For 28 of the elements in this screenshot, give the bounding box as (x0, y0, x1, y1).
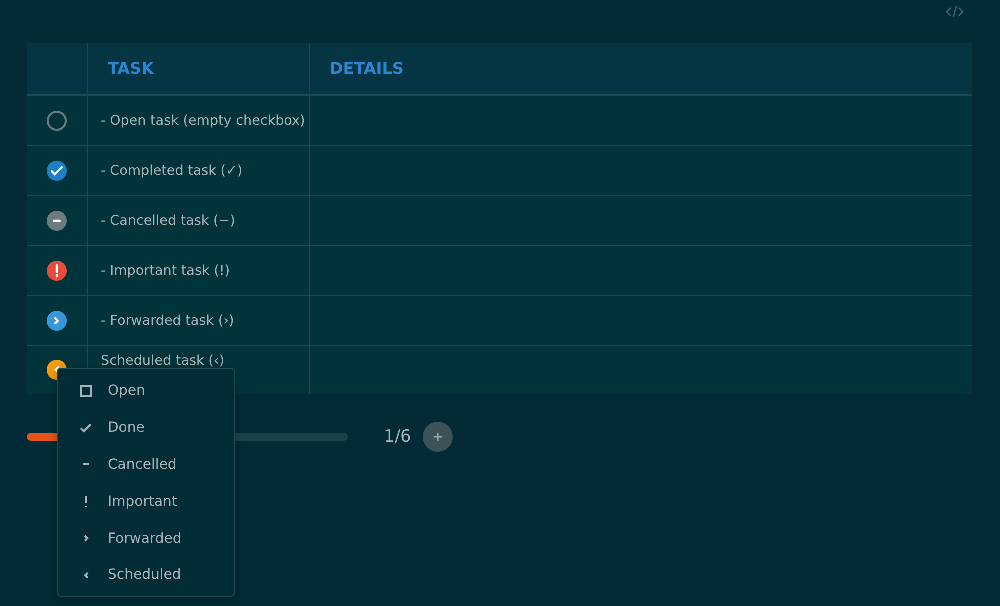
status-icon[interactable] (47, 160, 67, 180)
menu-item[interactable]: Cancelled (58, 446, 234, 484)
menu-item[interactable]: Important (58, 483, 234, 520)
column-header: TASK (108, 59, 154, 78)
code-icon[interactable] (946, 5, 964, 19)
task-text: - Important task (!) (101, 262, 230, 278)
add-button[interactable] (423, 422, 454, 452)
menu-item[interactable]: Open (58, 373, 234, 410)
task-text: - Open task (empty checkbox) (101, 112, 306, 128)
progress-count: 1/6 (384, 427, 412, 447)
task-text: Scheduled task (‹) (101, 353, 225, 369)
status-icon[interactable] (47, 260, 67, 280)
status-icon[interactable] (47, 310, 67, 330)
task-text: - Completed task (✓) (101, 162, 243, 178)
task-text: - Forwarded task (›) (101, 312, 234, 328)
menu-item[interactable]: Scheduled (58, 556, 234, 594)
column-header: DETAILS (330, 59, 404, 78)
menu-item[interactable]: Forwarded (58, 520, 234, 557)
minus-icon (82, 463, 90, 466)
chevron-right-icon (84, 535, 88, 542)
exclamation-icon (84, 496, 88, 508)
square-icon (80, 385, 92, 398)
status-icon[interactable] (47, 210, 67, 230)
check-icon (80, 423, 92, 434)
plus-icon (433, 432, 444, 442)
menu-item[interactable]: Done (58, 410, 234, 447)
chevron-left-icon (84, 572, 88, 579)
task-text: - Cancelled task (−) (101, 212, 236, 228)
